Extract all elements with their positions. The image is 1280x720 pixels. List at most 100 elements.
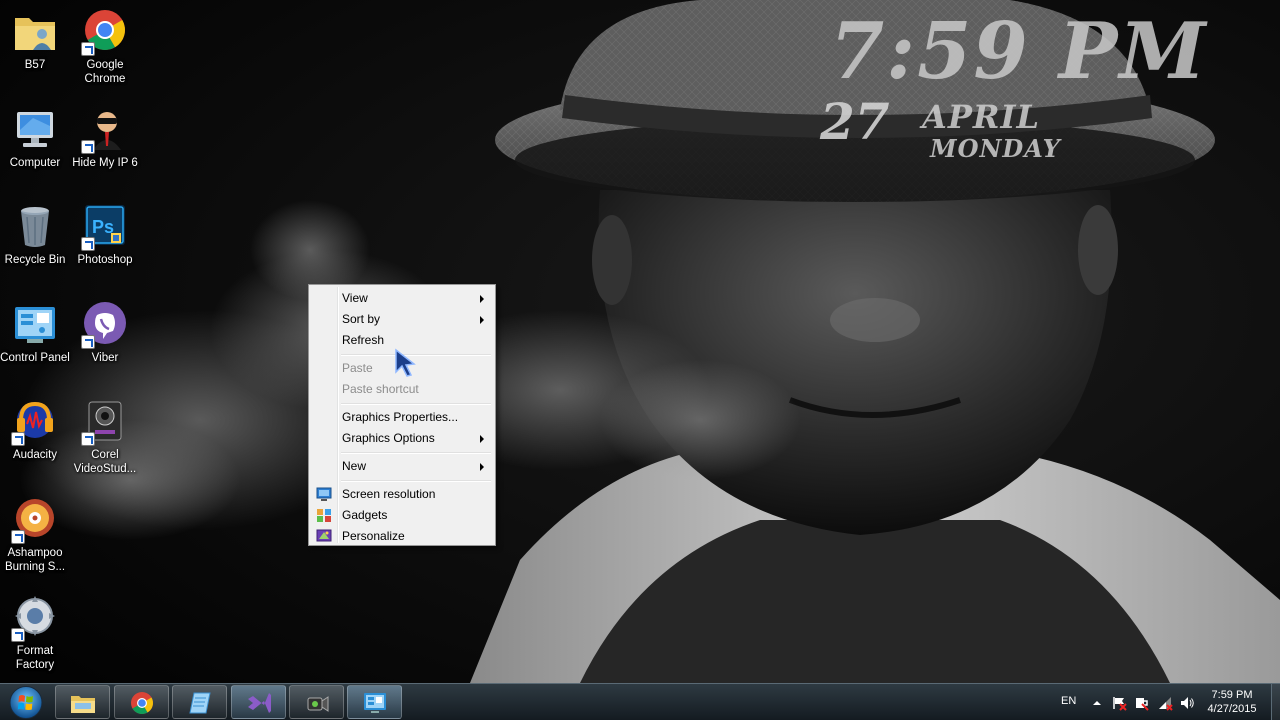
menu-item-label: Screen resolution (342, 487, 436, 501)
wallpaper-image (0, 0, 1280, 683)
shortcut-arrow-icon (81, 335, 95, 349)
taskbar-clock[interactable]: 7:59 PM 4/27/2015 (1198, 688, 1266, 716)
menu-item-label: Refresh (342, 333, 385, 347)
desktop-icon-label: Computer (9, 157, 61, 169)
visual-studio-icon (248, 693, 271, 713)
menu-item-paste-shortcut: Paste shortcut (311, 379, 493, 400)
desktop-icon-b57[interactable]: B57 (0, 8, 70, 72)
menu-separator (341, 477, 493, 484)
desktop-icon-recycle-bin[interactable]: Recycle Bin (0, 203, 70, 267)
audacity-icon (11, 398, 59, 446)
show-hidden-icons-icon[interactable] (1089, 695, 1105, 711)
desktop-icon-label: Corel VideoStud... (73, 449, 137, 475)
notepad-icon (189, 692, 211, 714)
shortcut-arrow-icon (81, 237, 95, 251)
menu-item-new[interactable]: New (311, 456, 493, 477)
camera-icon (307, 696, 329, 712)
desktop-icon-google-chrome[interactable]: Google Chrome (70, 8, 140, 86)
menu-separator (341, 400, 493, 407)
shortcut-arrow-icon (11, 530, 25, 544)
desktop-icon-photoshop[interactable]: Ps Photoshop (70, 203, 140, 267)
folder-icon (71, 696, 95, 713)
menu-item-personalize[interactable]: Personalize (311, 526, 493, 547)
desktop-icon-ashampoo[interactable]: Ashampoo Burning S... (0, 496, 70, 574)
submenu-arrow-icon (480, 316, 484, 324)
hide-my-ip-icon (81, 106, 129, 154)
screen-resolution-icon (316, 487, 332, 501)
shortcut-arrow-icon (81, 432, 95, 446)
chrome-icon (81, 8, 129, 56)
desktop-icon-viber[interactable]: Viber (70, 301, 140, 365)
taskbar: EN 7:59 PM 4/27/2015 (0, 683, 1280, 720)
safely-remove-hardware-icon[interactable] (1133, 695, 1149, 711)
start-button[interactable] (4, 685, 48, 720)
desktop-icon-label: Google Chrome (84, 59, 126, 85)
gadgets-icon (317, 509, 331, 522)
submenu-arrow-icon (480, 435, 484, 443)
photoshop-icon: Ps (81, 203, 129, 251)
desktop-icon-format-factory[interactable]: Format Factory (0, 594, 70, 672)
menu-item-label: Gadgets (342, 508, 388, 522)
menu-item-label: Paste (342, 361, 373, 375)
menu-item-label: Graphics Properties... (342, 410, 459, 424)
personalize-icon (316, 529, 332, 542)
taskbar-button-visual-studio[interactable] (231, 685, 286, 719)
show-desktop-button[interactable] (1271, 684, 1280, 720)
desktop-icon-hide-my-ip[interactable]: Hide My IP 6 (70, 106, 140, 170)
windows-start-icon (9, 686, 43, 719)
shortcut-arrow-icon (11, 432, 25, 446)
taskbar-button-windows-explorer[interactable] (55, 685, 110, 719)
taskbar-button-app-blue[interactable] (172, 685, 227, 719)
control-panel-icon (364, 693, 386, 713)
desktop-icon-corel-videostudio[interactable]: Corel VideoStud... (70, 398, 140, 476)
shortcut-arrow-icon (11, 628, 25, 642)
menu-item-graphics-options[interactable]: Graphics Options (311, 428, 493, 449)
desktop-icon-label: Recycle Bin (4, 254, 66, 266)
desktop-icon-computer[interactable]: Computer (0, 106, 70, 170)
action-center-flag-icon[interactable] (1111, 695, 1127, 711)
control-panel-icon (11, 301, 59, 349)
taskbar-button-camcorder[interactable] (289, 685, 344, 719)
menu-separator (341, 449, 493, 456)
chrome-icon (131, 692, 153, 714)
mouse-cursor-icon (395, 348, 416, 377)
submenu-arrow-icon (480, 463, 484, 471)
viber-icon (81, 301, 129, 349)
menu-item-graphics-properties[interactable]: Graphics Properties... (311, 407, 493, 428)
language-indicator[interactable]: EN (1061, 695, 1076, 707)
menu-item-label: View (342, 291, 368, 305)
desktop-icon-label: Photoshop (77, 254, 133, 266)
menu-item-screen-resolution[interactable]: Screen resolution (311, 484, 493, 505)
menu-item-label: Sort by (342, 312, 381, 326)
svg-text:Ps: Ps (92, 217, 114, 237)
format-factory-icon (11, 594, 59, 642)
menu-item-gadgets[interactable]: Gadgets (311, 505, 493, 526)
taskbar-button-control-panel[interactable] (347, 685, 402, 719)
corel-videostudio-icon (81, 398, 129, 446)
desktop-icon-label: Viber (91, 352, 119, 364)
recycle-bin-icon (11, 203, 59, 251)
ashampoo-icon (11, 496, 59, 544)
folder-user-icon (11, 8, 59, 56)
desktop-icon-label: Ashampoo Burning S... (4, 547, 66, 573)
desktop-icon-label: Format Factory (15, 645, 55, 671)
desktop-icon-control-panel[interactable]: Control Panel (0, 301, 70, 365)
menu-item-view[interactable]: View (311, 288, 493, 309)
menu-item-label: Paste shortcut (342, 382, 419, 396)
menu-item-sort-by[interactable]: Sort by (311, 309, 493, 330)
taskbar-date: 4/27/2015 (1207, 703, 1257, 715)
desktop-icon-label: Audacity (12, 449, 58, 461)
menu-item-label: Graphics Options (342, 431, 435, 445)
volume-icon[interactable] (1179, 695, 1195, 711)
network-icon[interactable] (1157, 695, 1173, 711)
desktop-icon-label: B57 (24, 59, 46, 71)
shortcut-arrow-icon (81, 42, 95, 56)
taskbar-button-google-chrome[interactable] (114, 685, 169, 719)
menu-item-label: Personalize (342, 529, 405, 543)
desktop-icon-audacity[interactable]: Audacity (0, 398, 70, 462)
computer-icon (11, 106, 59, 154)
shortcut-arrow-icon (81, 140, 95, 154)
menu-item-label: New (342, 459, 367, 473)
desktop-context-menu[interactable]: View Sort by Refresh Paste Paste shortcu… (308, 284, 496, 546)
submenu-arrow-icon (480, 295, 484, 303)
